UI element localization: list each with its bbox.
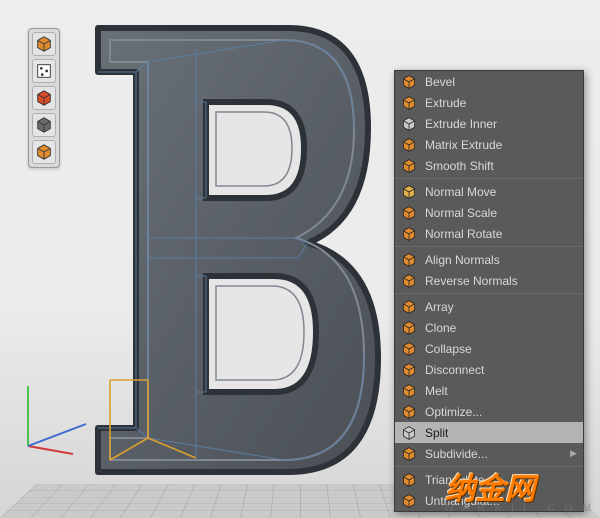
- menu-item-label: Melt: [425, 384, 577, 398]
- bevel-icon: [401, 74, 417, 90]
- menu-item-label: Matrix Extrude: [425, 138, 577, 152]
- subdivide-icon: [401, 446, 417, 462]
- menu-item-label: Reverse Normals: [425, 274, 577, 288]
- mode-face-icon[interactable]: [32, 140, 56, 164]
- normal-rotate-icon: [401, 226, 417, 242]
- menu-item-label: Clone: [425, 321, 577, 335]
- menu-item-collapse[interactable]: Collapse: [395, 338, 583, 359]
- untriangulate-icon: [401, 493, 417, 509]
- menu-item-label: Smooth Shift: [425, 159, 577, 173]
- normal-scale-icon: [401, 205, 417, 221]
- menu-item-label: Split: [425, 426, 577, 440]
- menu-item-normal-rotate[interactable]: Normal Rotate: [395, 223, 583, 244]
- extrude-inner-icon: [401, 116, 417, 132]
- smooth-shift-icon: [401, 158, 417, 174]
- menu-item-label: Disconnect: [425, 363, 577, 377]
- menu-item-label: Normal Rotate: [425, 227, 577, 241]
- menu-item-untriangulat[interactable]: Untriangulat...: [395, 490, 583, 511]
- menu-item-label: Extrude Inner: [425, 117, 577, 131]
- menu-item-extrude[interactable]: Extrude: [395, 92, 583, 113]
- menu-item-label: Extrude: [425, 96, 577, 110]
- optimize-icon: [401, 404, 417, 420]
- menu-separator: [395, 178, 583, 179]
- menu-item-subdivide[interactable]: Subdivide... ▶: [395, 443, 583, 464]
- menu-separator: [395, 246, 583, 247]
- menu-item-label: Triangulate: [425, 473, 577, 487]
- menu-item-label: Untriangulat...: [425, 494, 577, 508]
- menu-item-clone[interactable]: Clone: [395, 317, 583, 338]
- menu-item-label: Normal Move: [425, 185, 577, 199]
- menu-item-array[interactable]: Array: [395, 296, 583, 317]
- mode-texture-icon[interactable]: [32, 59, 56, 83]
- menu-item-normal-scale[interactable]: Normal Scale: [395, 202, 583, 223]
- menu-item-smooth-shift[interactable]: Smooth Shift: [395, 155, 583, 176]
- menu-item-label: Optimize...: [425, 405, 577, 419]
- menu-item-label: Normal Scale: [425, 206, 577, 220]
- menu-item-split[interactable]: Split: [395, 422, 583, 443]
- reverse-normals-icon: [401, 273, 417, 289]
- split-icon: [401, 425, 417, 441]
- collapse-icon: [401, 341, 417, 357]
- menu-item-label: Array: [425, 300, 577, 314]
- menu-item-label: Bevel: [425, 75, 577, 89]
- menu-item-triangulate[interactable]: Triangulate: [395, 469, 583, 490]
- axis-gizmo: [18, 376, 98, 456]
- mesh-letter-b[interactable]: [88, 18, 388, 482]
- disconnect-icon: [401, 362, 417, 378]
- menu-item-normal-move[interactable]: Normal Move: [395, 181, 583, 202]
- menu-item-align-normals[interactable]: Align Normals: [395, 249, 583, 270]
- menu-item-label: Collapse: [425, 342, 577, 356]
- mode-object-icon[interactable]: [32, 32, 56, 56]
- submenu-arrow-icon: ▶: [570, 448, 577, 459]
- mode-vertex-icon[interactable]: [32, 86, 56, 110]
- array-icon: [401, 299, 417, 315]
- melt-icon: [401, 383, 417, 399]
- menu-item-optimize[interactable]: Optimize...: [395, 401, 583, 422]
- menu-separator: [395, 293, 583, 294]
- align-normals-icon: [401, 252, 417, 268]
- matrix-extrude-icon: [401, 137, 417, 153]
- selection-mode-toolbar: [28, 28, 60, 168]
- menu-item-matrix-extrude[interactable]: Matrix Extrude: [395, 134, 583, 155]
- menu-item-reverse-normals[interactable]: Reverse Normals: [395, 270, 583, 291]
- menu-item-disconnect[interactable]: Disconnect: [395, 359, 583, 380]
- polygon-context-menu: Bevel Extrude Extrude Inner Matrix Extrude S…: [394, 70, 584, 512]
- mode-edge-icon[interactable]: [32, 113, 56, 137]
- normal-move-icon: [401, 184, 417, 200]
- menu-item-extrude-inner[interactable]: Extrude Inner: [395, 113, 583, 134]
- clone-icon: [401, 320, 417, 336]
- menu-item-label: Align Normals: [425, 253, 577, 267]
- menu-item-bevel[interactable]: Bevel: [395, 71, 583, 92]
- menu-item-label: Subdivide...: [425, 447, 562, 461]
- menu-item-melt[interactable]: Melt: [395, 380, 583, 401]
- extrude-icon: [401, 95, 417, 111]
- menu-separator: [395, 466, 583, 467]
- triangulate-icon: [401, 472, 417, 488]
